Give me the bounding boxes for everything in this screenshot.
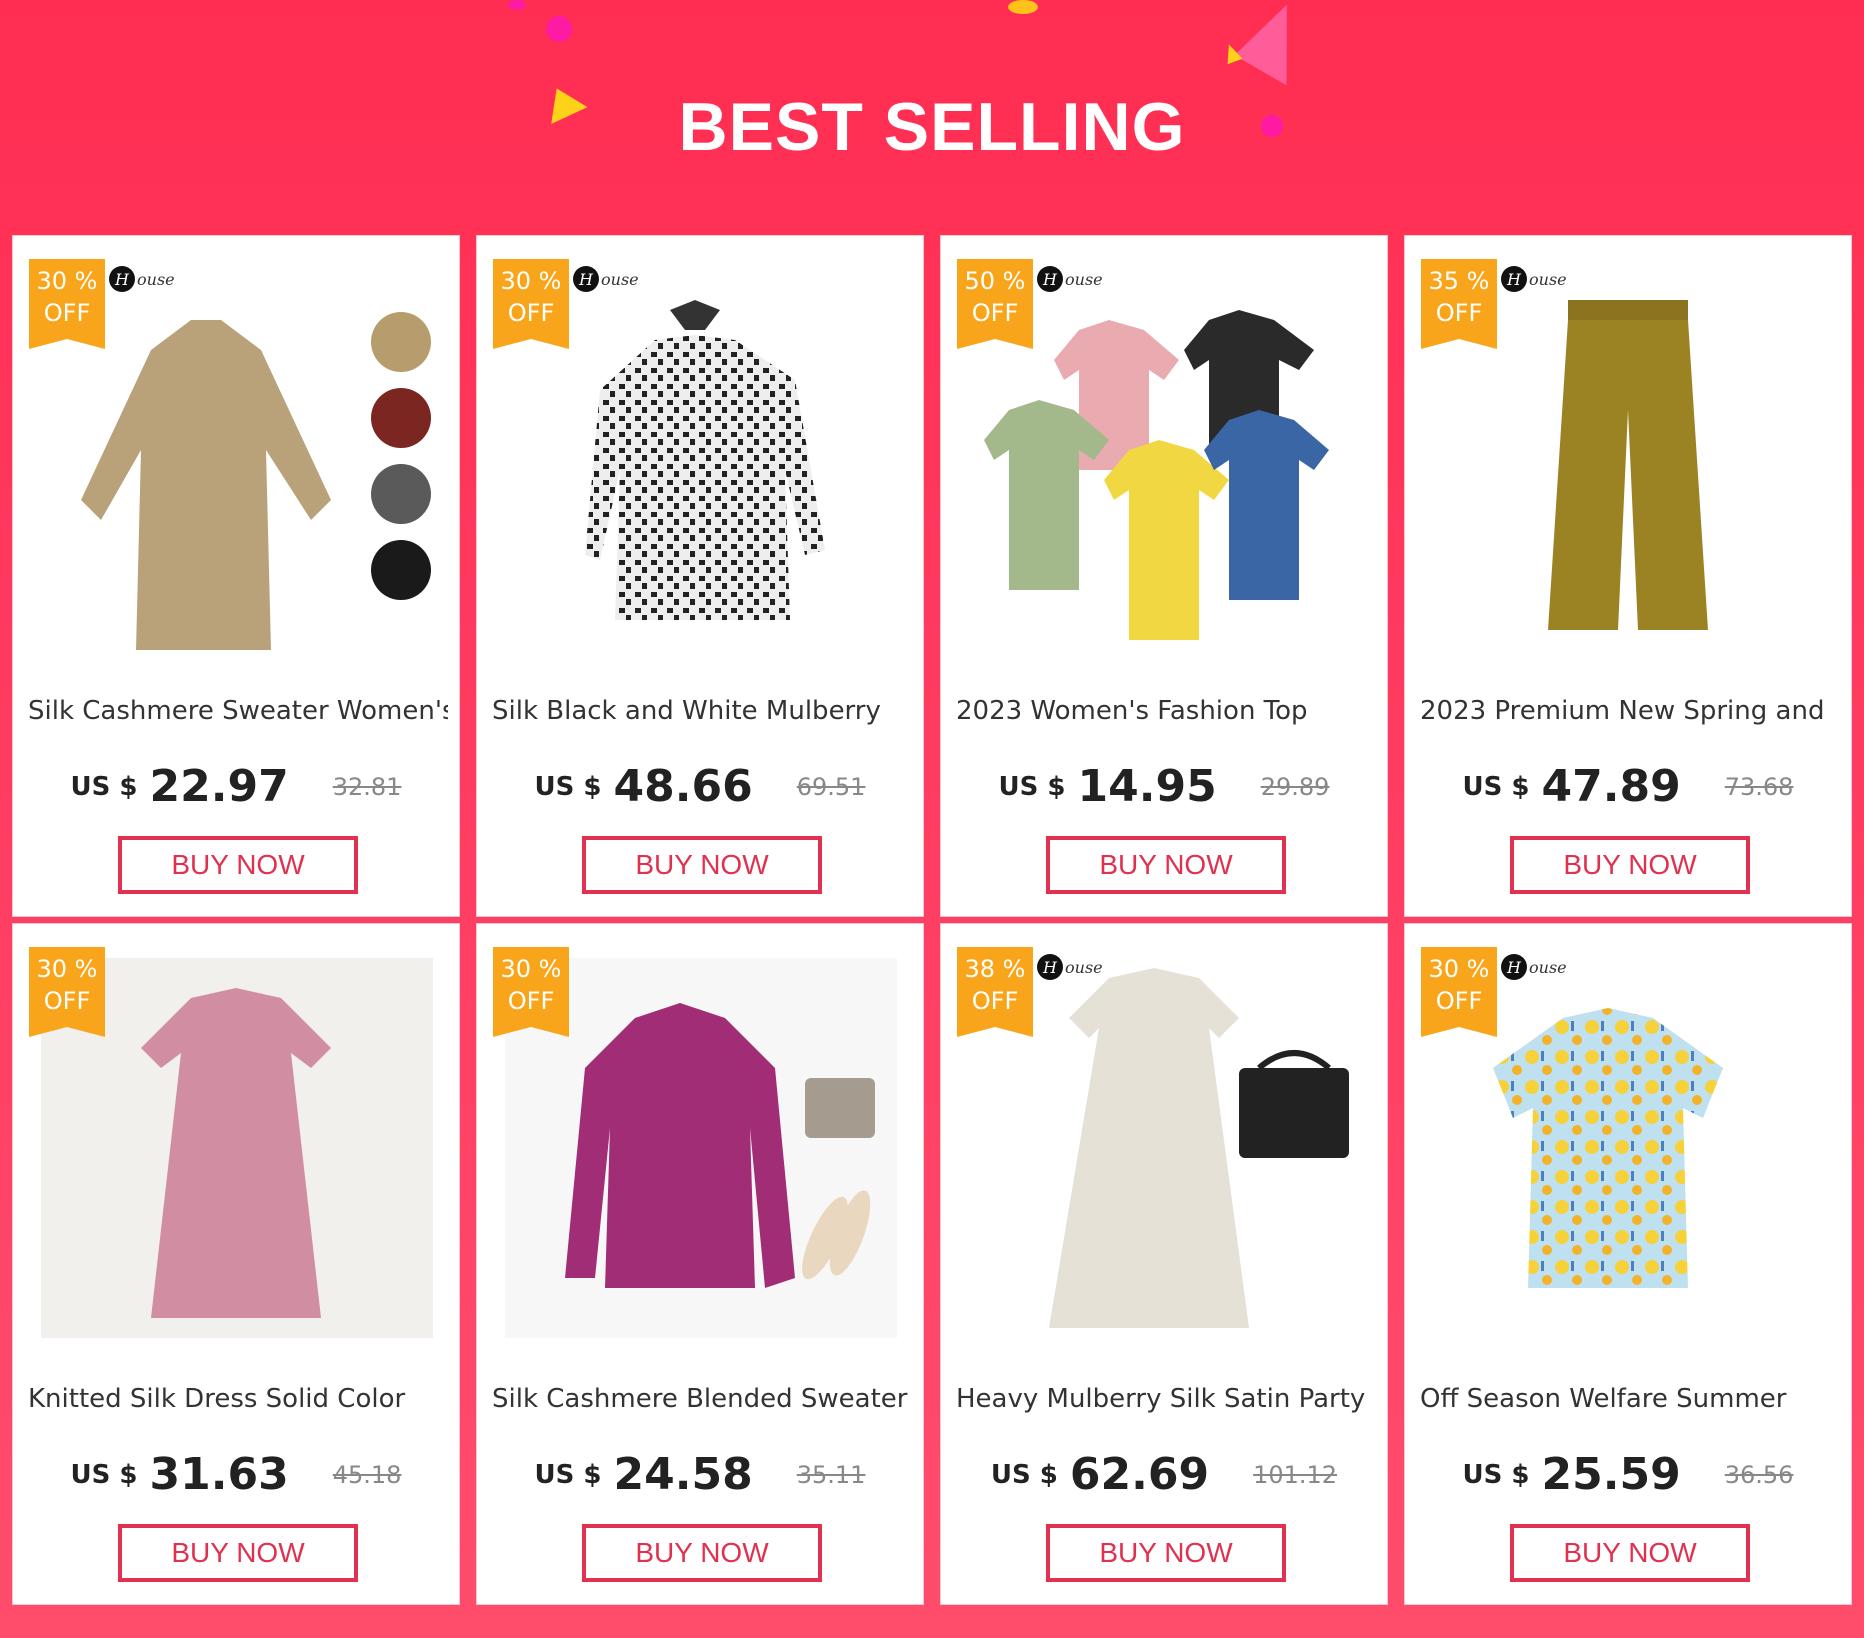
product-card[interactable]: 30 % OFF Silk Cashmere Blended Sweater U… (476, 923, 924, 1605)
discount-badge: 30 % OFF (493, 947, 569, 1037)
brand-logo: House (1501, 954, 1567, 980)
price-row: US $ 25.59 36.56 (1405, 1449, 1851, 1500)
original-price: 101.12 (1253, 1460, 1338, 1489)
buy-now-button[interactable]: BUY NOW (118, 1524, 358, 1582)
discount-badge: 30 % OFF (29, 259, 105, 349)
product-card[interactable]: 35 % OFF House 2023 Premium New Spring a… (1404, 235, 1852, 917)
discount-percent: 30 % (36, 955, 98, 983)
brand-logo: House (573, 266, 639, 292)
product-title[interactable]: Heavy Mulberry Silk Satin Party (956, 1384, 1376, 1414)
discount-percent: 50 % (964, 267, 1026, 295)
product-card[interactable]: 30 % OFF House Silk Cashmere Sweater Wom… (12, 235, 460, 917)
discount-off-label: OFF (43, 299, 91, 327)
currency-label: US $ (70, 771, 138, 802)
discount-badge: 30 % OFF (493, 259, 569, 349)
discount-badge: 30 % OFF (29, 947, 105, 1037)
product-grid: 30 % OFF House Silk Cashmere Sweater Wom… (12, 235, 1854, 1605)
price-row: US $ 31.63 45.18 (13, 1449, 459, 1500)
product-title[interactable]: 2023 Women's Fashion Top (956, 696, 1376, 726)
currency-label: US $ (70, 1459, 138, 1490)
buy-now-button[interactable]: BUY NOW (582, 1524, 822, 1582)
product-title[interactable]: Knitted Silk Dress Solid Color (28, 1384, 448, 1414)
price-row: US $ 47.89 73.68 (1405, 761, 1851, 812)
discount-off-label: OFF (507, 987, 555, 1015)
original-price: 32.81 (332, 772, 402, 801)
original-price: 69.51 (796, 772, 866, 801)
discount-off-label: OFF (507, 299, 555, 327)
brand-logo: House (1501, 266, 1567, 292)
discount-percent: 30 % (500, 267, 562, 295)
buy-now-button[interactable]: BUY NOW (1046, 836, 1286, 894)
brand-logo: House (1037, 266, 1103, 292)
discount-badge: 30 % OFF (1421, 947, 1497, 1037)
original-price: 36.56 (1724, 1460, 1794, 1489)
confetti-triangle (1234, 0, 1322, 86)
confetti-dot (508, 0, 526, 10)
discount-percent: 30 % (36, 267, 98, 295)
product-title[interactable]: Silk Black and White Mulberry (492, 696, 912, 726)
discount-off-label: OFF (971, 299, 1019, 327)
discount-off-label: OFF (971, 987, 1019, 1015)
banner: BEST SELLING (0, 0, 1864, 235)
currency-label: US $ (534, 771, 602, 802)
discount-badge: 50 % OFF (957, 259, 1033, 349)
currency-label: US $ (1462, 771, 1530, 802)
product-card[interactable]: 30 % OFF House Off Season Welfare Summer… (1404, 923, 1852, 1605)
buy-now-button[interactable]: BUY NOW (1510, 1524, 1750, 1582)
currency-label: US $ (1462, 1459, 1530, 1490)
sale-price: 48.66 (613, 761, 753, 812)
price-row: US $ 22.97 32.81 (13, 761, 459, 812)
price-row: US $ 14.95 29.89 (941, 761, 1387, 812)
buy-now-button[interactable]: BUY NOW (1510, 836, 1750, 894)
discount-percent: 35 % (1428, 267, 1490, 295)
page-title: BEST SELLING (678, 89, 1186, 165)
confetti-dot (546, 16, 572, 42)
buy-now-button[interactable]: BUY NOW (1046, 1524, 1286, 1582)
discount-percent: 30 % (1428, 955, 1490, 983)
confetti-dot (1008, 0, 1038, 14)
brand-logo: House (1037, 954, 1103, 980)
brand-logo: House (109, 266, 175, 292)
currency-label: US $ (534, 1459, 602, 1490)
discount-off-label: OFF (1435, 987, 1483, 1015)
price-row: US $ 62.69 101.12 (941, 1449, 1387, 1500)
discount-off-label: OFF (43, 987, 91, 1015)
discount-percent: 30 % (500, 955, 562, 983)
sale-price: 14.95 (1077, 761, 1217, 812)
product-title[interactable]: Silk Cashmere Blended Sweater (492, 1384, 912, 1414)
discount-badge: 35 % OFF (1421, 259, 1497, 349)
discount-off-label: OFF (1435, 299, 1483, 327)
discount-percent: 38 % (964, 955, 1026, 983)
product-card[interactable]: 50 % OFF House 2023 Women's Fashion Top … (940, 235, 1388, 917)
sale-price: 47.89 (1541, 761, 1681, 812)
currency-label: US $ (998, 771, 1066, 802)
sale-price: 25.59 (1541, 1449, 1681, 1500)
original-price: 73.68 (1724, 772, 1794, 801)
buy-now-button[interactable]: BUY NOW (582, 836, 822, 894)
original-price: 35.11 (796, 1460, 866, 1489)
product-card[interactable]: 30 % OFF Knitted Silk Dress Solid Color … (12, 923, 460, 1605)
product-title[interactable]: 2023 Premium New Spring and (1420, 696, 1840, 726)
sale-price: 24.58 (613, 1449, 753, 1500)
product-title[interactable]: Silk Cashmere Sweater Women's (28, 696, 448, 726)
product-card[interactable]: 38 % OFF House Heavy Mulberry Silk Satin… (940, 923, 1388, 1605)
currency-label: US $ (990, 1459, 1058, 1490)
original-price: 45.18 (332, 1460, 402, 1489)
discount-badge: 38 % OFF (957, 947, 1033, 1037)
original-price: 29.89 (1260, 772, 1330, 801)
buy-now-button[interactable]: BUY NOW (118, 836, 358, 894)
sale-price: 31.63 (149, 1449, 289, 1500)
sale-price: 22.97 (149, 761, 289, 812)
price-row: US $ 24.58 35.11 (477, 1449, 923, 1500)
sale-price: 62.69 (1069, 1449, 1210, 1500)
product-title[interactable]: Off Season Welfare Summer (1420, 1384, 1840, 1414)
price-row: US $ 48.66 69.51 (477, 761, 923, 812)
product-card[interactable]: 30 % OFF House Silk Black and White Mulb… (476, 235, 924, 917)
